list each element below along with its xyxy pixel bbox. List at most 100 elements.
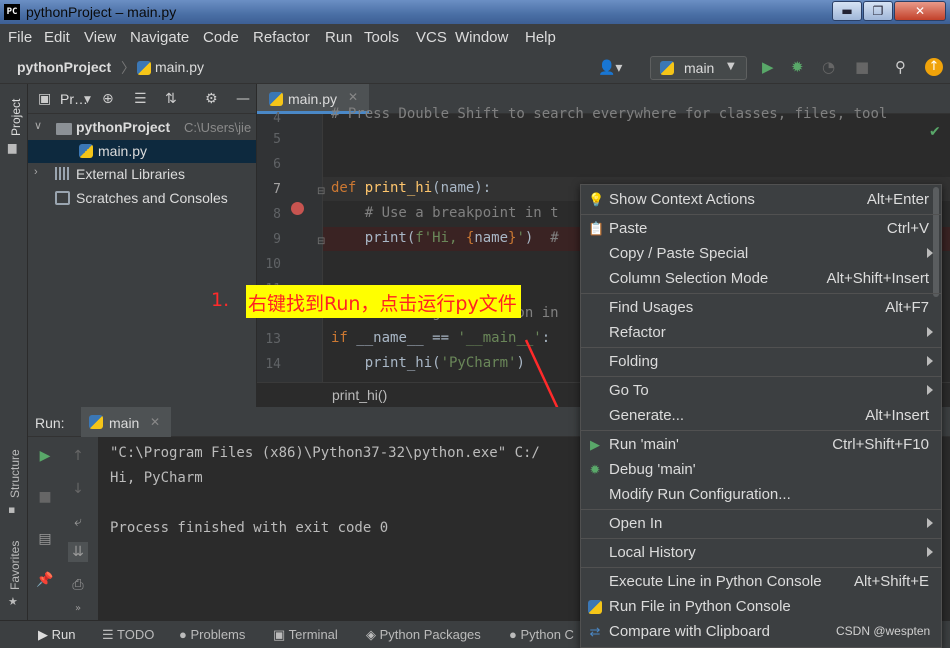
menu-tools[interactable]: Tools: [364, 29, 399, 46]
menu-item-refactor[interactable]: Refactor: [581, 321, 941, 345]
menu-item-open-in[interactable]: Open In: [581, 512, 941, 536]
project-view-icon: ▣: [38, 91, 52, 107]
pycharm-app-icon: PC: [4, 4, 20, 20]
scroll-down-icon[interactable]: ↓: [68, 479, 88, 499]
run-icon[interactable]: ▶: [762, 59, 774, 75]
menu-item-label: Run 'main': [609, 436, 679, 453]
menu-item-label: Go To: [609, 382, 649, 399]
menu-item-find-usages[interactable]: Find Usages Alt+F7: [581, 296, 941, 320]
editor-breadcrumb-item[interactable]: print_hi(): [332, 387, 387, 403]
layout-icon[interactable]: ▤: [35, 529, 55, 549]
line-number: 9: [273, 232, 281, 247]
bottom-tab-run[interactable]: ▶ Run: [38, 627, 75, 643]
menu-item-execute-line-in-console[interactable]: Execute Line in Python Console Alt+Shift…: [581, 570, 941, 594]
bottom-tab-python-packages[interactable]: ◈ Python Packages: [366, 627, 481, 643]
stop-icon[interactable]: ■: [855, 59, 869, 75]
fold-icon[interactable]: ⊟: [317, 236, 325, 247]
python-icon: [89, 415, 103, 429]
maximize-button[interactable]: ❐: [863, 1, 893, 21]
bottom-tab-problems[interactable]: ● Problems: [179, 627, 245, 642]
close-tab-icon[interactable]: ✕: [150, 415, 160, 429]
menu-refactor[interactable]: Refactor: [253, 29, 310, 46]
menu-edit[interactable]: Edit: [44, 29, 70, 46]
menu-item-folding[interactable]: Folding: [581, 350, 941, 374]
menu-item-label: Copy / Paste Special: [609, 245, 749, 262]
rerun-icon[interactable]: ▶: [35, 446, 55, 466]
menu-item-copy-paste-special[interactable]: Copy / Paste Special: [581, 242, 941, 266]
menu-item-go-to[interactable]: Go To: [581, 379, 941, 403]
close-tab-icon[interactable]: ✕: [348, 90, 358, 104]
tree-item-scratches[interactable]: Scratches and Consoles: [28, 187, 256, 210]
bottom-tab-python-console[interactable]: ● Python C: [509, 627, 574, 642]
debug-icon[interactable]: ✹: [791, 59, 804, 75]
menu-item-show-context-actions[interactable]: 💡 Show Context Actions Alt+Enter: [581, 188, 941, 212]
update-icon[interactable]: ↑: [925, 58, 943, 76]
search-icon[interactable]: ⚲: [895, 59, 906, 75]
menu-item-shortcut: Alt+F7: [885, 299, 929, 316]
user-icon[interactable]: 👤▾: [598, 60, 628, 76]
hide-icon[interactable]: —: [236, 91, 250, 107]
breakpoint-icon[interactable]: [291, 202, 304, 215]
menu-run[interactable]: Run: [325, 29, 353, 46]
chevron-down-icon[interactable]: ▼: [84, 95, 91, 105]
left-tool-strip: Project ▆ Structure ▪ Favorites ★: [0, 84, 28, 620]
menu-file[interactable]: File: [8, 29, 32, 46]
menu-item-local-history[interactable]: Local History: [581, 541, 941, 565]
pin-icon[interactable]: 📌: [35, 570, 55, 590]
project-tool-tab[interactable]: Project: [9, 99, 23, 136]
menu-item-debug-main[interactable]: ✹ Debug 'main': [581, 458, 941, 482]
fold-icon[interactable]: ⊟: [317, 186, 325, 197]
bottom-tab-terminal[interactable]: ▣ Terminal: [273, 627, 338, 643]
collapse-all-icon[interactable]: ⇅: [165, 91, 177, 107]
tree-item-project-root[interactable]: ∨ pythonProject C:\Users\jie: [28, 116, 256, 139]
menu-view[interactable]: View: [84, 29, 116, 46]
menu-window[interactable]: Window: [455, 29, 508, 46]
menu-item-paste[interactable]: 📋 Paste Ctrl+V: [581, 217, 941, 241]
locate-icon[interactable]: ⊕: [102, 91, 114, 107]
coverage-icon[interactable]: ◔: [822, 59, 835, 75]
tree-item-external-libraries[interactable]: › External Libraries: [28, 163, 256, 186]
more-icon[interactable]: »: [68, 599, 88, 619]
chevron-right-icon[interactable]: ›: [34, 166, 38, 178]
tree-item-main-py[interactable]: main.py: [28, 140, 256, 163]
menu-item-run-file-in-console[interactable]: Run File in Python Console: [581, 595, 941, 619]
structure-tool-tab[interactable]: Structure: [8, 449, 22, 498]
menu-code[interactable]: Code: [203, 29, 239, 46]
code-line-def: def print_hi(name):: [331, 180, 492, 196]
libraries-icon: [55, 167, 71, 183]
close-button[interactable]: ✕: [894, 1, 946, 21]
breadcrumb-file[interactable]: main.py: [155, 59, 204, 75]
favorites-tool-tab[interactable]: Favorites: [8, 541, 22, 590]
run-configuration-select[interactable]: main ▼: [650, 56, 747, 80]
menu-item-shortcut: Alt+Enter: [866, 191, 929, 208]
minimize-button[interactable]: ▬: [832, 1, 862, 21]
menu-navigate[interactable]: Navigate: [130, 29, 189, 46]
menu-item-column-selection-mode[interactable]: Column Selection Mode Alt+Shift+Insert: [581, 267, 941, 291]
bottom-tab-label: Terminal: [288, 627, 338, 642]
code-line-call: print_hi('PyCharm'): [331, 355, 525, 371]
inspection-ok-icon[interactable]: ✔: [929, 124, 941, 140]
menu-vcs[interactable]: VCS: [416, 29, 447, 46]
editor-gutter[interactable]: 4 5 6 7 8 9 10 11 12 13 14 ⊟ ⊟: [257, 111, 325, 382]
expand-all-icon[interactable]: ☰: [134, 91, 147, 107]
run-tab-main[interactable]: main ✕: [81, 407, 171, 437]
gear-icon[interactable]: ⚙: [205, 91, 218, 107]
menu-item-label: Debug 'main': [609, 461, 696, 478]
tree-item-label: main.py: [98, 143, 148, 159]
menu-item-modify-run-configuration[interactable]: Modify Run Configuration...: [581, 483, 941, 507]
chevron-down-icon[interactable]: ∨: [34, 119, 42, 132]
bottom-tab-todo[interactable]: ☰ TODO: [102, 627, 154, 643]
menu-item-generate[interactable]: Generate... Alt+Insert: [581, 404, 941, 428]
menu-item-run-main[interactable]: ▶ Run 'main' Ctrl+Shift+F10: [581, 433, 941, 457]
line-number: 5: [273, 132, 281, 147]
scroll-to-end-icon[interactable]: ⇊: [68, 542, 88, 562]
window-title: pythonProject – main.py: [26, 4, 177, 20]
stop-icon[interactable]: ■: [35, 487, 55, 507]
tree-item-label: Scratches and Consoles: [76, 190, 228, 206]
scroll-up-icon[interactable]: ↑: [68, 446, 88, 466]
menu-help[interactable]: Help: [525, 29, 556, 46]
breadcrumb-project[interactable]: pythonProject: [17, 59, 111, 75]
line-number: 7: [273, 182, 281, 197]
soft-wrap-icon[interactable]: ⤶: [68, 512, 88, 532]
print-icon[interactable]: ⎙: [68, 575, 88, 595]
